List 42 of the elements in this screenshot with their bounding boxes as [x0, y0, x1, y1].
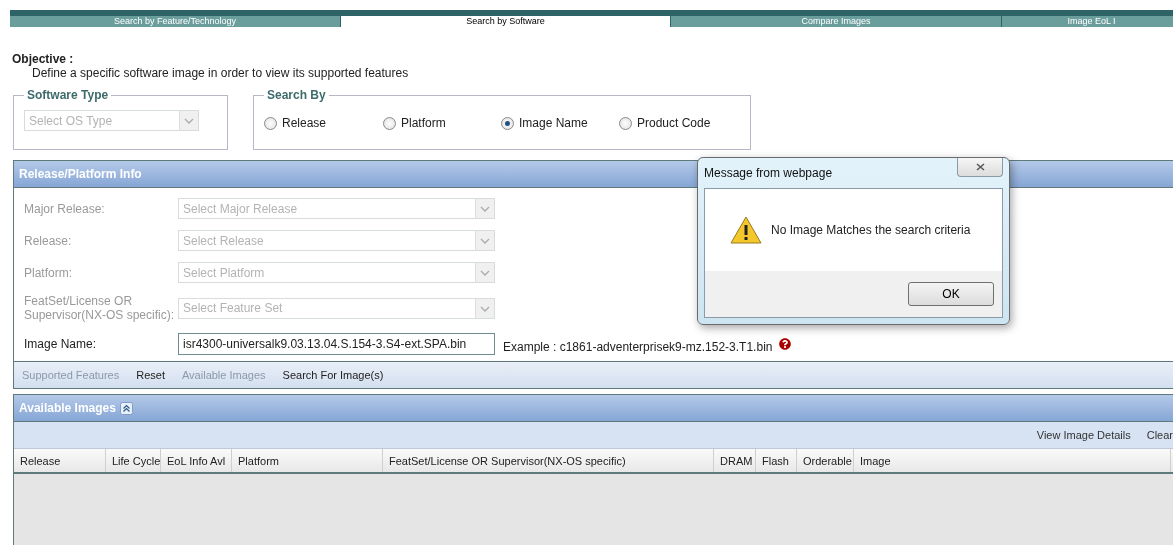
panel-title: Release/Platform Info	[19, 167, 142, 181]
action-link[interactable]: Search For Image(s)	[282, 369, 384, 381]
objective-title: Objective :	[12, 52, 75, 66]
ok-button[interactable]: OK	[908, 282, 994, 306]
field-label: Image Name:	[24, 337, 98, 351]
image-name-input[interactable]: isr4300-universalk9.03.13.04.S.154-3.S4-ext.SPA.bin	[178, 333, 495, 355]
objective-text: Define a specific software image in order to view its supported features	[31, 66, 410, 80]
field-label: Platform:	[24, 265, 73, 280]
column-header[interactable]: Platform	[232, 449, 383, 472]
group-legend: Software Type	[24, 88, 112, 102]
radio-button[interactable]	[619, 116, 632, 130]
column-header[interactable]: DRAM	[714, 449, 756, 472]
radio-button[interactable]	[383, 116, 396, 130]
column-header[interactable]: Flash	[756, 449, 797, 472]
field-label: FeatSet/License OR Supervisor(NX-OS specific):	[24, 294, 176, 322]
dialog-message: No Image Matches the search criteria	[771, 223, 971, 237]
radio-option[interactable]: Image Name	[501, 116, 619, 130]
toolbar-link[interactable]: View Image Details	[1036, 429, 1131, 441]
column-header[interactable]: FeatSet/License OR Supervisor(NX-OS specific)	[383, 449, 714, 472]
column-header[interactable]: Release	[14, 449, 106, 472]
example-text: Example : c1861-adventerprisek9-mz.152-3.T1.bin	[503, 340, 773, 354]
toolbar-link[interactable]: Clear	[1146, 429, 1173, 441]
column-header[interactable]: Image	[854, 449, 1171, 472]
column-header[interactable]: EoL Info Avl	[161, 449, 232, 472]
field-label: Release:	[24, 233, 73, 248]
radio-button[interactable]	[501, 116, 514, 130]
panel-title: Available Images	[19, 401, 116, 415]
radio-option[interactable]: Release	[264, 116, 383, 130]
group-legend: Search By	[264, 88, 329, 102]
warning-icon	[730, 216, 762, 244]
radio-option[interactable]: Product Code	[619, 116, 719, 130]
collapse-icon[interactable]	[119, 401, 133, 415]
field-label: Major Release:	[24, 201, 106, 216]
close-icon	[975, 163, 985, 171]
radio-button[interactable]	[264, 116, 277, 130]
column-header[interactable]: Life Cycle	[106, 449, 161, 472]
action-link[interactable]: Reset	[136, 369, 165, 381]
dialog-title: Message from webpage	[704, 166, 833, 180]
column-header[interactable]: Orderable	[797, 449, 854, 472]
radio-option[interactable]: Platform	[383, 116, 501, 130]
help-icon[interactable]	[779, 338, 792, 350]
close-button[interactable]	[957, 158, 1003, 177]
